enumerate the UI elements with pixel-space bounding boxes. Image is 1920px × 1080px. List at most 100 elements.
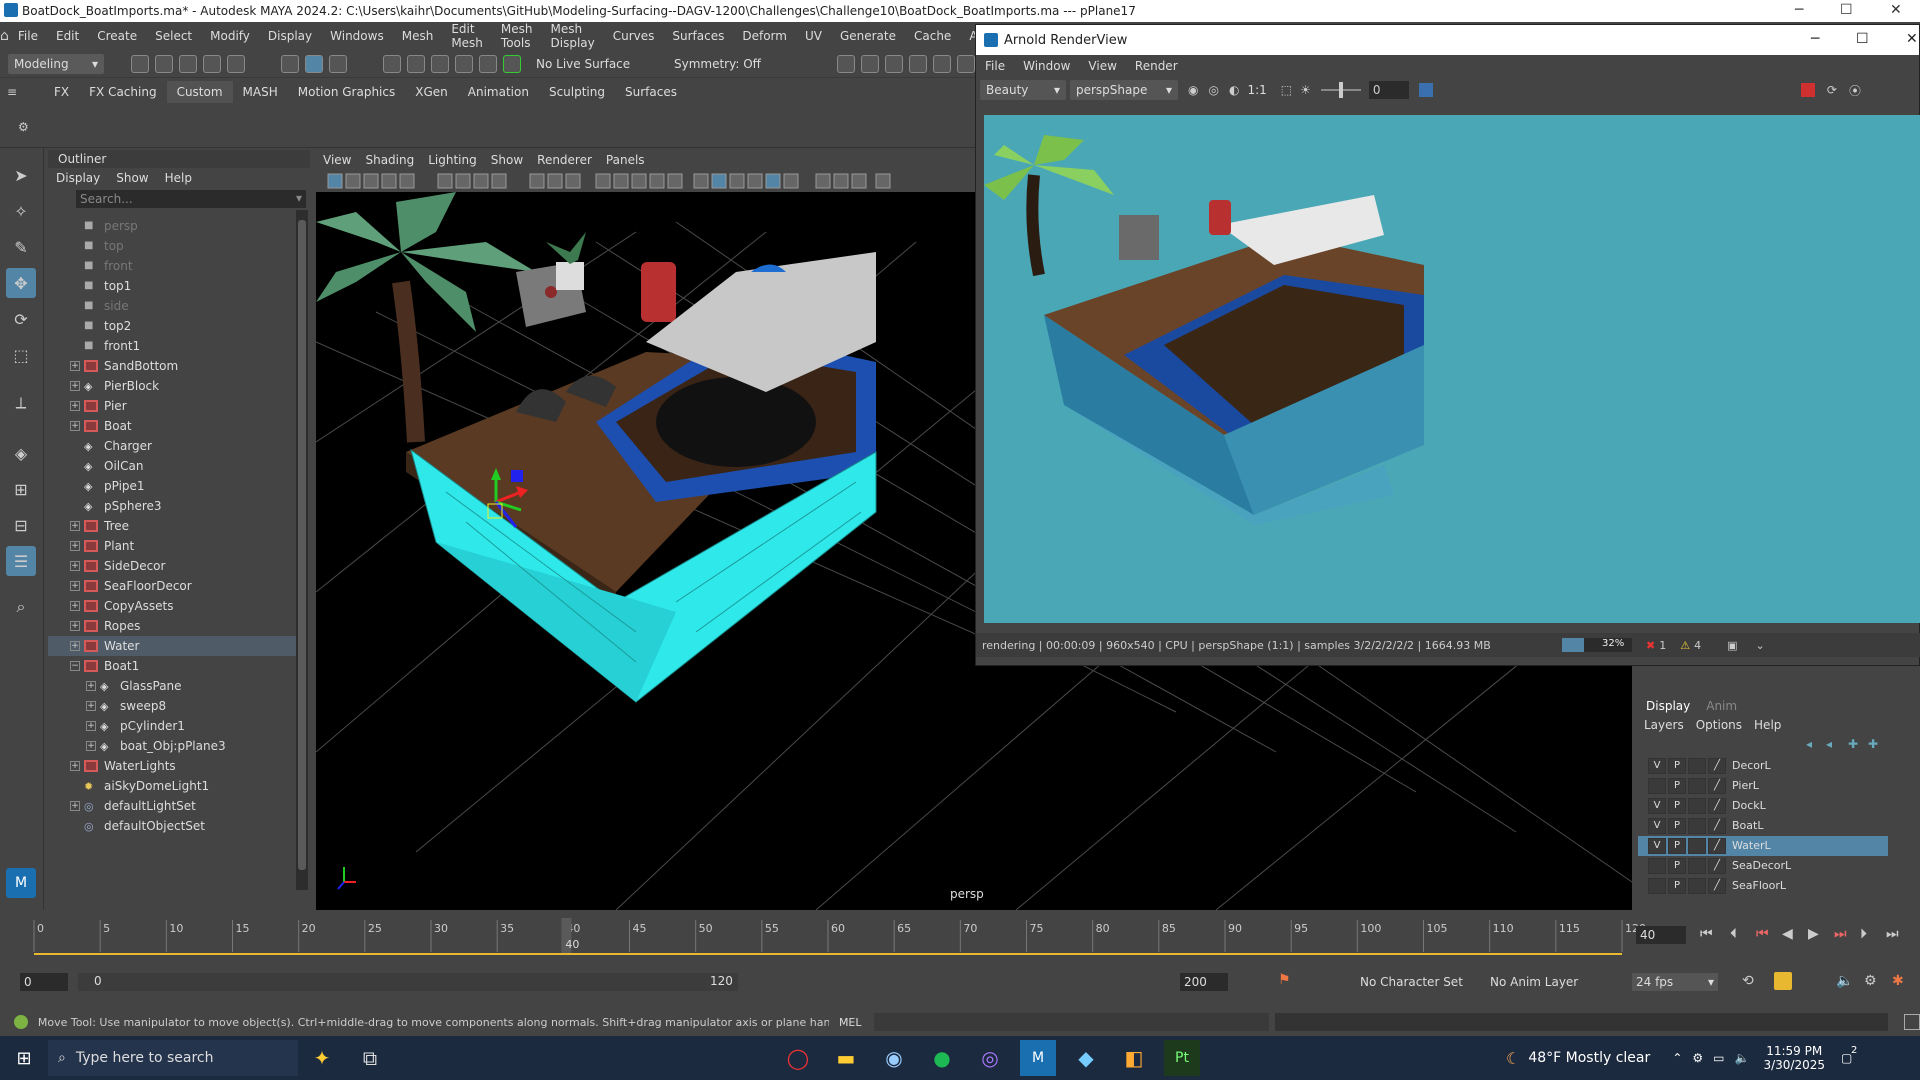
- step-back-key-icon[interactable]: ⏴: [1730, 926, 1737, 942]
- outliner-item-plant[interactable]: + Plant: [48, 536, 296, 556]
- clock[interactable]: 11:59 PM 3/30/2025: [1763, 1044, 1825, 1072]
- layer-row-seafloorl[interactable]: P ╱ SeaFloorL: [1638, 876, 1888, 896]
- layer-visibility-toggle[interactable]: V: [1648, 838, 1666, 854]
- menu-generate[interactable]: Generate: [831, 29, 905, 43]
- make-live-icon[interactable]: [503, 54, 521, 73]
- layer-visibility-toggle[interactable]: V: [1648, 818, 1666, 834]
- shelf-menu-icon[interactable]: ≡: [0, 85, 24, 99]
- play-backward-icon[interactable]: ◀: [1782, 926, 1793, 942]
- new-layer-selected-icon[interactable]: ✚: [1868, 737, 1878, 751]
- menu-display[interactable]: Display: [259, 29, 321, 43]
- paint-select-tool-icon[interactable]: ✎: [6, 232, 36, 262]
- select-tool-icon[interactable]: ➤: [6, 160, 36, 190]
- render-view-icon[interactable]: [909, 54, 927, 73]
- shelf-tab-fx[interactable]: FX: [44, 81, 79, 103]
- expand-toggle-icon[interactable]: +: [70, 801, 80, 811]
- expand-toggle-icon[interactable]: +: [70, 401, 80, 411]
- warning-icon[interactable]: ⚠: [1680, 639, 1690, 652]
- move-layer-up-icon[interactable]: ◂: [1806, 737, 1812, 751]
- layer-visibility-toggle[interactable]: V: [1648, 798, 1666, 814]
- expand-toggle-icon[interactable]: +: [86, 721, 96, 731]
- layer-color-swatch[interactable]: ╱: [1708, 818, 1726, 834]
- layer-playback-toggle[interactable]: P: [1668, 818, 1686, 834]
- display-settings-icon[interactable]: ◉: [1188, 83, 1198, 97]
- layer-color-swatch[interactable]: ╱: [1708, 778, 1726, 794]
- menu-select[interactable]: Select: [146, 29, 201, 43]
- menu-deform[interactable]: Deform: [733, 29, 796, 43]
- arnold-menu-view[interactable]: View: [1079, 59, 1125, 73]
- layout-four-icon[interactable]: ⊞: [6, 474, 36, 504]
- outliner-item-sandbottom[interactable]: + SandBottom: [48, 356, 296, 376]
- outliner-item-ropes[interactable]: + Ropes: [48, 616, 296, 636]
- symmetry-select[interactable]: Symmetry: Off: [674, 57, 774, 71]
- layer-playback-toggle[interactable]: P: [1668, 798, 1686, 814]
- viewport-menu-shading[interactable]: Shading: [358, 153, 421, 167]
- layer-visibility-toggle[interactable]: V: [1648, 758, 1666, 774]
- hidden-icons-icon[interactable]: ⌃: [1672, 1051, 1682, 1065]
- expand-toggle-icon[interactable]: +: [70, 621, 80, 631]
- layer-type-toggle[interactable]: [1688, 858, 1706, 874]
- step-back-frame-icon[interactable]: ⏮: [1756, 926, 1769, 942]
- play-forward-icon[interactable]: ▶: [1808, 926, 1819, 942]
- menu-windows[interactable]: Windows: [321, 29, 393, 43]
- menu-uv[interactable]: UV: [796, 29, 831, 43]
- layer-type-toggle[interactable]: [1688, 818, 1706, 834]
- move-layer-down-icon[interactable]: ◂: [1826, 737, 1832, 751]
- outliner-menu-help[interactable]: Help: [157, 171, 200, 185]
- layer-visibility-toggle[interactable]: [1648, 778, 1666, 794]
- layer-type-toggle[interactable]: [1688, 878, 1706, 894]
- network-icon[interactable]: ▭: [1713, 1051, 1724, 1065]
- outliner-item-ppipe1[interactable]: ◈ pPipe1: [48, 476, 296, 496]
- shelf-tab-fx-caching[interactable]: FX Caching: [79, 81, 166, 103]
- mel-input[interactable]: [873, 1013, 1270, 1031]
- menu-surfaces[interactable]: Surfaces: [663, 29, 733, 43]
- range-end-field[interactable]: 200: [1180, 973, 1228, 991]
- close-icon[interactable]: ✕: [1890, 2, 1902, 18]
- task-view-icon[interactable]: ⧉: [352, 1040, 388, 1076]
- arnold-menu-window[interactable]: Window: [1014, 59, 1079, 73]
- current-frame-field[interactable]: 40: [1636, 926, 1686, 944]
- weather-text[interactable]: 48°F Mostly clear: [1528, 1050, 1658, 1066]
- layer-row-pierl[interactable]: P ╱ PierL: [1638, 776, 1888, 796]
- palm-tree-model[interactable]: [316, 192, 536, 443]
- layer-visibility-toggle[interactable]: [1648, 878, 1666, 894]
- shelf-tab-xgen[interactable]: XGen: [405, 81, 458, 103]
- shelf-gear-icon[interactable]: ⚙: [18, 120, 29, 134]
- menu-mesh-display[interactable]: Mesh Display: [542, 22, 604, 50]
- select-component-icon[interactable]: [329, 54, 347, 73]
- substance-painter-icon[interactable]: Pt: [1164, 1040, 1200, 1076]
- go-to-end-icon[interactable]: ⏭: [1886, 926, 1899, 942]
- loop-icon[interactable]: ⟲: [1742, 973, 1754, 989]
- auto-key-icon[interactable]: ⚑: [1278, 972, 1291, 988]
- outliner-item-water[interactable]: + Water: [48, 636, 296, 656]
- layout-two-icon[interactable]: ⊟: [6, 510, 36, 540]
- outliner-item-pierblock[interactable]: + ◈ PierBlock: [48, 376, 296, 396]
- layer-playback-toggle[interactable]: P: [1668, 838, 1686, 854]
- layer-type-toggle[interactable]: [1688, 838, 1706, 854]
- layer-menu-help[interactable]: Help: [1748, 718, 1787, 732]
- snap-curve-icon[interactable]: [407, 54, 425, 73]
- outliner-item-top2[interactable]: ■ top2: [48, 316, 296, 336]
- layer-type-toggle[interactable]: [1688, 798, 1706, 814]
- outliner-search-input[interactable]: Search... ▾: [76, 190, 306, 208]
- layer-color-swatch[interactable]: ╱: [1708, 838, 1726, 854]
- animation-preferences-icon[interactable]: ⚙: [1864, 973, 1877, 989]
- new-layer-icon[interactable]: ✚: [1848, 737, 1858, 751]
- snap-projected-icon[interactable]: [455, 54, 473, 73]
- outliner-item-boat-obj-pplane3[interactable]: + ◈ boat_Obj:pPlane3: [48, 736, 296, 756]
- zoom-ratio[interactable]: 1:1: [1247, 83, 1266, 97]
- menu-mesh[interactable]: Mesh: [393, 29, 443, 43]
- live-surface-field[interactable]: No Live Surface: [536, 57, 646, 71]
- arnold-menu-render[interactable]: Render: [1126, 59, 1187, 73]
- outliner-item-front1[interactable]: ■ front1: [48, 336, 296, 356]
- expand-toggle-icon[interactable]: +: [86, 681, 96, 691]
- error-count[interactable]: 1: [1659, 639, 1666, 652]
- arnold-menu-file[interactable]: File: [976, 59, 1014, 73]
- outliner-item-defaultobjectset[interactable]: ◎ defaultObjectSet: [48, 816, 296, 836]
- layer-tab-display[interactable]: Display: [1638, 699, 1698, 713]
- viewport-menu-renderer[interactable]: Renderer: [530, 153, 599, 167]
- hypershade-icon[interactable]: [933, 54, 951, 73]
- layer-tab-anim[interactable]: Anim: [1698, 699, 1745, 713]
- expand-toggle-icon[interactable]: +: [70, 761, 80, 771]
- search-highlight-icon[interactable]: ✦: [304, 1040, 340, 1076]
